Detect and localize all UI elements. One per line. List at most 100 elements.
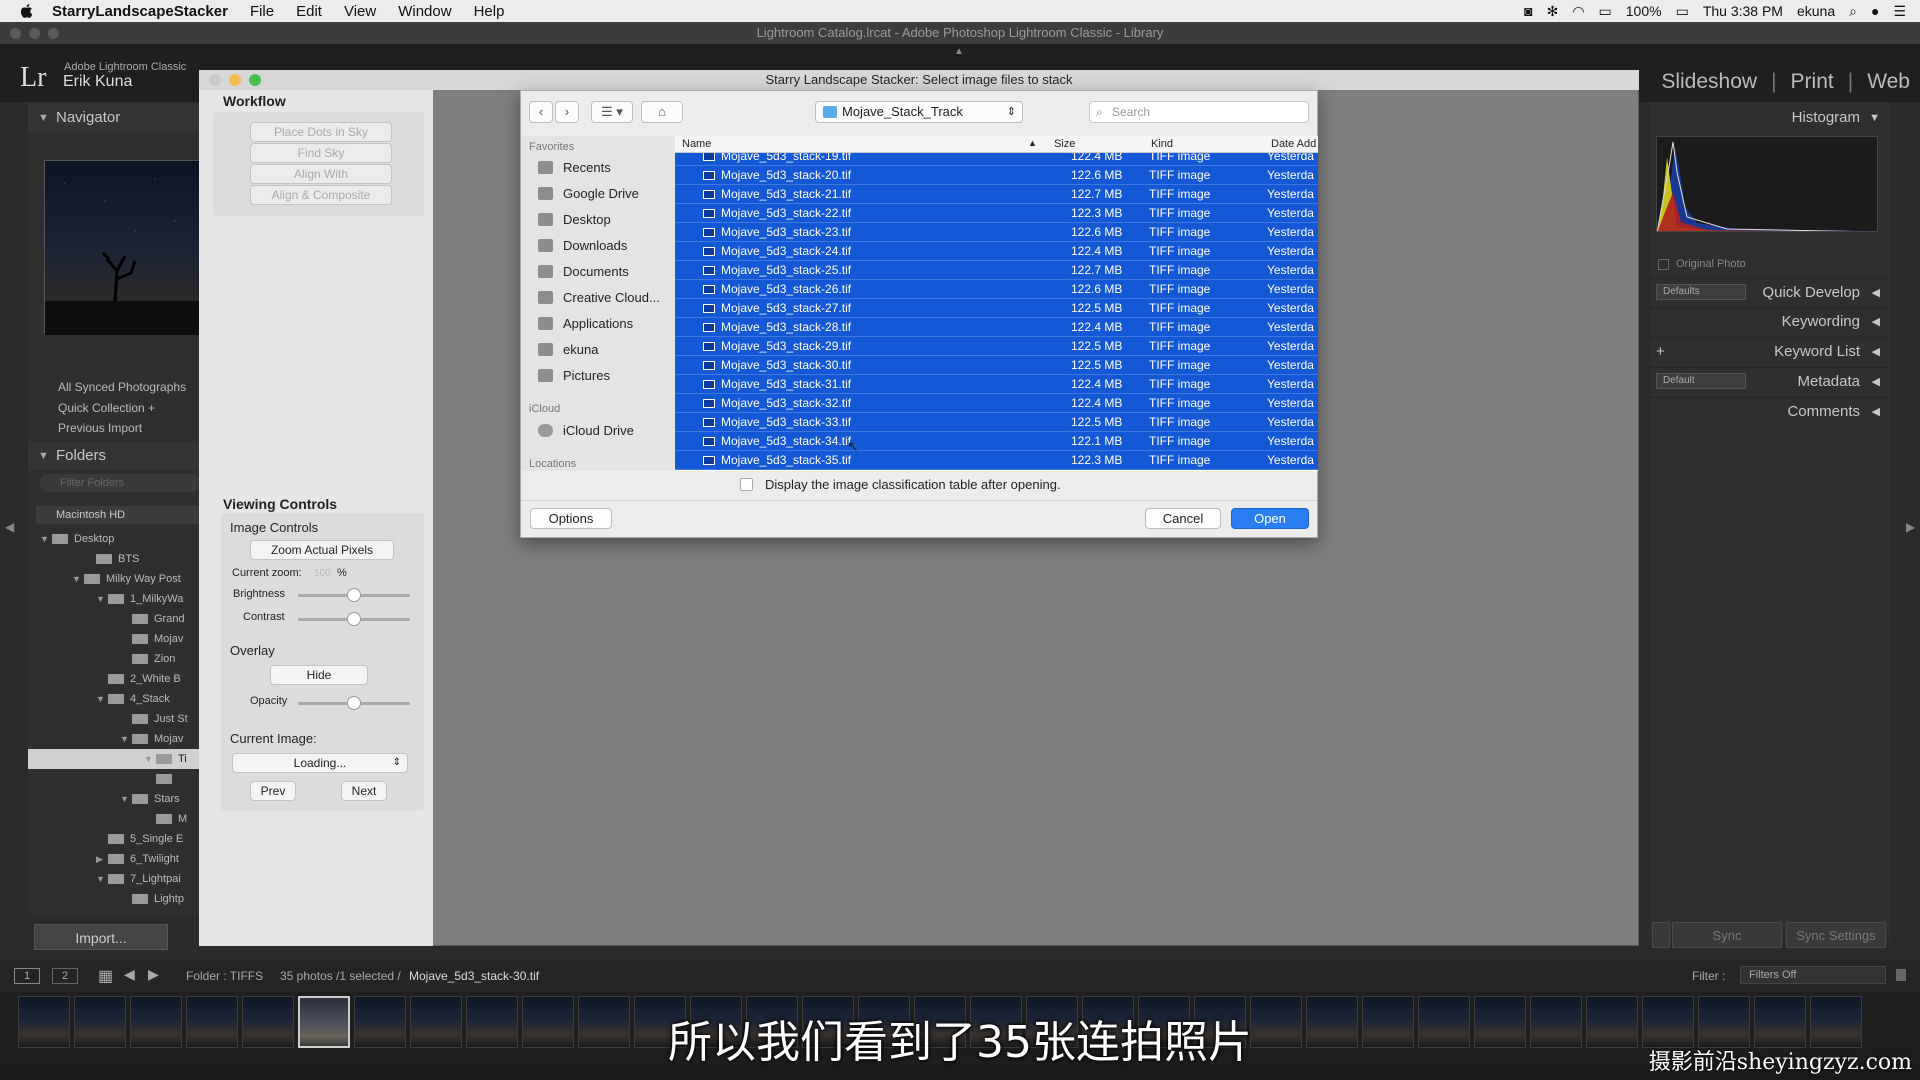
add-keyword-icon[interactable]: + [1656,338,1665,366]
find-sky-button[interactable]: Find Sky [250,143,392,163]
column-date-added[interactable]: Date Add [1271,138,1316,150]
stacker-close-button[interactable] [209,74,221,86]
close-window-button[interactable] [10,28,21,39]
catalog-quick-collection[interactable]: Quick Collection + [58,401,155,415]
catalog-previous-import[interactable]: Previous Import [58,421,142,435]
file-row[interactable]: Mojave_5d3_stack-30.tif 122.5 MB TIFF imag… [675,356,1318,375]
forward-arrow-icon[interactable]: ▶ [148,966,159,983]
folder-row[interactable]: ▼ 4_Stack [28,689,200,709]
folder-row[interactable]: Lightp [28,889,200,909]
contrast-knob[interactable] [347,612,361,626]
file-row[interactable]: Mojave_5d3_stack-28.tif 122.4 MB TIFF imag… [675,318,1318,337]
file-row[interactable]: Mojave_5d3_stack-21.tif 122.7 MB TIFF imag… [675,185,1318,204]
file-row[interactable]: Mojave_5d3_stack-34.tif 122.1 MB TIFF imag… [675,432,1318,451]
back-nav-button[interactable]: ‹ [529,101,553,123]
folder-row[interactable]: 5_Single E [28,829,200,849]
right-panel-toggle-icon[interactable]: ▶ [1906,520,1915,534]
clock[interactable]: Thu 3:38 PM [1703,3,1783,19]
align-composite-button[interactable]: Align & Composite [250,185,392,205]
menu-edit[interactable]: Edit [296,3,322,20]
filter-select[interactable]: Filters Off [1740,966,1886,984]
stacker-zoom-button[interactable] [249,74,261,86]
spotlight-icon[interactable]: ⌕ [1849,3,1857,20]
folder-filter-input[interactable]: Filter Folders [40,474,200,492]
folder-row[interactable]: ▼ Stars [28,789,200,809]
back-arrow-icon[interactable]: ◀ [124,966,135,983]
folder-row[interactable]: 2_White B [28,669,200,689]
sidebar-item-google-drive[interactable]: Google Drive [538,186,639,201]
hide-overlay-button[interactable]: Hide [270,665,368,685]
sidebar-item-icloud-drive[interactable]: iCloud Drive [538,423,634,438]
main-window-button[interactable]: 1 [14,968,40,984]
cancel-button[interactable]: Cancel [1145,508,1221,529]
airplay-icon[interactable]: ▭ [1599,3,1612,20]
options-button[interactable]: Options [530,508,612,529]
open-button[interactable]: Open [1231,508,1309,529]
sidebar-item-pictures[interactable]: Pictures [538,368,610,383]
file-row[interactable]: Mojave_5d3_stack-29.tif 122.5 MB TIFF imag… [675,337,1318,356]
apple-icon[interactable] [18,2,36,20]
disclosure-triangle-icon[interactable]: ▼ [144,749,156,769]
keyword-list-header[interactable]: + Keyword List ◀ [1650,337,1888,365]
disclosure-triangle-icon[interactable]: ▼ [96,589,108,609]
histogram-header[interactable]: Histogram ▼ [1650,104,1888,132]
folder-row[interactable]: ▼ Mojav [28,729,200,749]
folder-row[interactable]: Zion [28,649,200,669]
selected-file-label[interactable]: Mojave_5d3_stack-30.tif [409,969,539,983]
sidebar-item-downloads[interactable]: Downloads [538,238,627,253]
view-options-button[interactable]: ☰ ▾ [591,101,633,123]
folder-row[interactable]: ▼ Desktop [28,529,200,549]
file-list[interactable]: Mojave_5d3_stack-19.tif 122.4 MB TIFF imag… [675,153,1318,471]
notification-center-icon[interactable]: ☰ [1893,3,1906,20]
place-dots-button[interactable]: Place Dots in Sky [250,122,392,142]
file-row[interactable]: Mojave_5d3_stack-33.tif 122.5 MB TIFF imag… [675,413,1318,432]
left-panel-toggle-icon[interactable]: ◀ [5,520,14,534]
disclosure-triangle-icon[interactable]: ▶ [96,849,108,869]
zoom-window-button[interactable] [48,28,59,39]
file-row[interactable]: Mojave_5d3_stack-20.tif 122.6 MB TIFF imag… [675,166,1318,185]
file-row[interactable]: Mojave_5d3_stack-27.tif 122.5 MB TIFF imag… [675,299,1318,318]
wifi-icon[interactable]: ◠ [1572,3,1584,20]
disclosure-triangle-icon[interactable]: ▼ [120,789,132,809]
file-row[interactable]: Mojave_5d3_stack-22.tif 122.3 MB TIFF imag… [675,204,1318,223]
import-button[interactable]: Import... [34,924,168,950]
menu-app-name[interactable]: StarryLandscapeStacker [52,3,228,20]
column-name[interactable]: Name [682,138,711,150]
folder-row[interactable]: Just St [28,709,200,729]
zoom-actual-pixels-button[interactable]: Zoom Actual Pixels [250,540,394,560]
folder-row[interactable]: ▼ Ti [28,749,200,769]
forward-nav-button[interactable]: › [555,101,579,123]
current-image-select[interactable]: Loading... ⇕ [232,753,408,773]
module-print[interactable]: Print [1791,70,1834,94]
classification-checkbox[interactable] [740,478,753,491]
brightness-knob[interactable] [347,588,361,602]
location-popup[interactable]: Mojave_Stack_Track ⇕ [815,101,1023,123]
folder-row[interactable] [28,769,200,789]
screen-record-icon[interactable]: ◙ [1524,3,1532,19]
stacker-minimize-button[interactable] [229,74,241,86]
module-web[interactable]: Web [1867,70,1910,94]
folder-row[interactable]: ▼ Milky Way Post [28,569,200,589]
sidebar-item-ekuna[interactable]: ekuna [538,342,598,357]
navigator-header[interactable]: ▼ Navigator [28,104,200,132]
user-menu[interactable]: ekuna [1797,3,1835,19]
prev-button[interactable]: Prev [250,781,296,801]
new-folder-button[interactable]: ⌂ [641,101,683,123]
next-button[interactable]: Next [341,781,387,801]
module-slideshow[interactable]: Slideshow [1661,70,1757,94]
secondary-window-button[interactable]: 2 [52,968,78,984]
disclosure-triangle-icon[interactable]: ▼ [96,689,108,709]
folder-row[interactable]: ▼ 7_Lightpai [28,869,200,889]
folders-header[interactable]: ▼ Folders [28,442,200,470]
file-row[interactable]: Mojave_5d3_stack-23.tif 122.6 MB TIFF imag… [675,223,1318,242]
sort-ascending-icon[interactable]: ▲ [1028,138,1037,148]
folder-row[interactable]: ▼ 1_MilkyWa [28,589,200,609]
folder-row[interactable]: ▶ 6_Twilight [28,849,200,869]
original-photo-checkbox[interactable] [1658,259,1669,270]
opacity-knob[interactable] [347,696,361,710]
file-row[interactable]: Mojave_5d3_stack-26.tif 122.6 MB TIFF imag… [675,280,1318,299]
bluetooth-icon[interactable]: ✻ [1547,3,1559,20]
sidebar-item-recents[interactable]: Recents [538,160,611,175]
file-row[interactable]: Mojave_5d3_stack-25.tif 122.7 MB TIFF imag… [675,261,1318,280]
keywording-header[interactable]: Keywording ◀ [1650,307,1888,335]
